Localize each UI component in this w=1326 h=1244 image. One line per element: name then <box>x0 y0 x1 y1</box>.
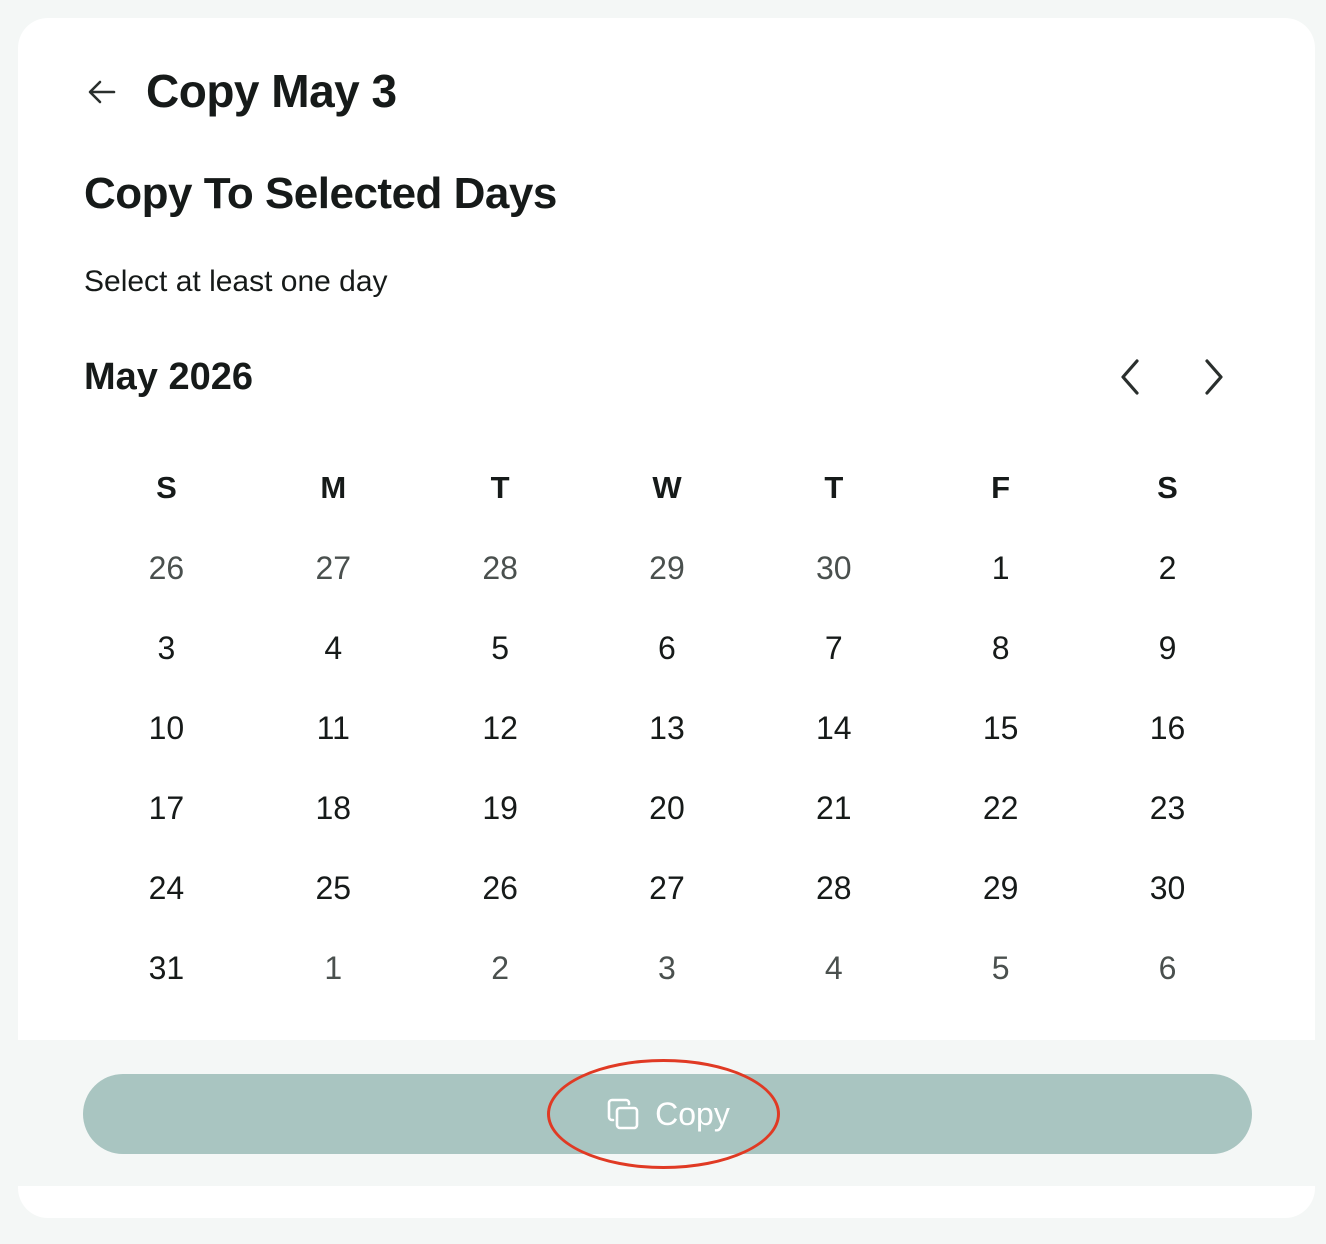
calendar-day[interactable]: 6 <box>584 608 751 688</box>
calendar-day[interactable]: 11 <box>250 688 417 768</box>
section-title: Copy To Selected Days <box>84 169 557 218</box>
calendar-week-row: 3456789 <box>83 608 1251 688</box>
copy-day-panel: Copy May 3 Copy To Selected Days Select … <box>18 18 1315 1218</box>
calendar-day[interactable]: 1 <box>917 528 1084 608</box>
calendar-day[interactable]: 30 <box>1084 848 1251 928</box>
calendar-day-outside-month[interactable]: 28 <box>417 528 584 608</box>
calendar-day-outside-month[interactable]: 27 <box>250 528 417 608</box>
month-label: May 2026 <box>84 356 254 398</box>
arrow-left-icon[interactable] <box>84 74 120 110</box>
copy-icon <box>605 1096 641 1132</box>
calendar-weeks: 26 27 28 29 30 1 2 3 4 5 6 7 8 9 10 11 12 13 14 15 16 17 18 19 2… <box>83 528 1251 1008</box>
next-month-button[interactable] <box>1192 355 1236 399</box>
weekday-label: F <box>991 470 1011 505</box>
calendar-week-row: 17 18 19 20 21 22 23 <box>83 768 1251 848</box>
calendar-day[interactable]: 17 <box>83 768 250 848</box>
calendar-day[interactable]: 22 <box>917 768 1084 848</box>
weekday-label: S <box>156 470 177 505</box>
weekday-label: T <box>490 470 510 505</box>
calendar-day[interactable]: 24 <box>83 848 250 928</box>
calendar-day[interactable]: 18 <box>250 768 417 848</box>
calendar-day[interactable]: 3 <box>83 608 250 688</box>
calendar-day[interactable]: 28 <box>750 848 917 928</box>
footer-bar: Copy <box>18 1040 1315 1186</box>
calendar-day[interactable]: 13 <box>584 688 751 768</box>
helper-text: Select at least one day <box>84 265 388 298</box>
calendar-day[interactable]: 5 <box>417 608 584 688</box>
calendar-day[interactable]: 25 <box>250 848 417 928</box>
weekday-label: M <box>320 470 347 505</box>
chevron-right-icon <box>1205 359 1223 395</box>
calendar-day-outside-month[interactable]: 4 <box>750 928 917 1008</box>
weekday-label: T <box>824 470 844 505</box>
calendar-day[interactable]: 14 <box>750 688 917 768</box>
calendar-day[interactable]: 15 <box>917 688 1084 768</box>
calendar-day[interactable]: 19 <box>417 768 584 848</box>
calendar-day[interactable]: 9 <box>1084 608 1251 688</box>
calendar-day[interactable]: 20 <box>584 768 751 848</box>
weekday-label: W <box>652 470 682 505</box>
calendar-day[interactable]: 4 <box>250 608 417 688</box>
calendar-day-outside-month[interactable]: 30 <box>750 528 917 608</box>
calendar-day[interactable]: 16 <box>1084 688 1251 768</box>
calendar-week-row: 31 1 2 3 4 5 6 <box>83 928 1251 1008</box>
calendar-day[interactable]: 23 <box>1084 768 1251 848</box>
calendar-day[interactable]: 8 <box>917 608 1084 688</box>
calendar-day-outside-month[interactable]: 2 <box>417 928 584 1008</box>
calendar-day[interactable]: 2 <box>1084 528 1251 608</box>
calendar-day[interactable]: 7 <box>750 608 917 688</box>
calendar-day[interactable]: 10 <box>83 688 250 768</box>
calendar-day[interactable]: 29 <box>917 848 1084 928</box>
calendar-day[interactable]: 31 <box>83 928 250 1008</box>
calendar-day-outside-month[interactable]: 26 <box>83 528 250 608</box>
calendar-day[interactable]: 27 <box>584 848 751 928</box>
calendar-day[interactable]: 26 <box>417 848 584 928</box>
calendar-day[interactable]: 12 <box>417 688 584 768</box>
copy-button[interactable]: Copy <box>83 1074 1252 1154</box>
calendar-week-row: 10 11 12 13 14 15 16 <box>83 688 1251 768</box>
copy-button-label: Copy <box>655 1096 730 1132</box>
calendar-day[interactable]: 21 <box>750 768 917 848</box>
calendar-week-row: 24 25 26 27 28 29 30 <box>83 848 1251 928</box>
calendar-day-outside-month[interactable]: 6 <box>1084 928 1251 1008</box>
prev-month-button[interactable] <box>1108 355 1152 399</box>
chevron-left-icon <box>1121 359 1139 395</box>
weekday-label: S <box>1157 470 1178 505</box>
page-title: Copy May 3 <box>146 65 397 117</box>
weekday-header-row: SMTWTFS <box>83 448 1251 528</box>
calendar-day-outside-month[interactable]: 5 <box>917 928 1084 1008</box>
calendar-day-outside-month[interactable]: 3 <box>584 928 751 1008</box>
calendar-day-outside-month[interactable]: 1 <box>250 928 417 1008</box>
calendar-week-row: 26 27 28 29 30 1 2 <box>83 528 1251 608</box>
calendar-grid: SMTWTFS 26 27 28 29 30 1 2 3 4 5 6 7 8 9 10 11 12 13 14 15 1… <box>83 448 1251 1008</box>
calendar-day-outside-month[interactable]: 29 <box>584 528 751 608</box>
